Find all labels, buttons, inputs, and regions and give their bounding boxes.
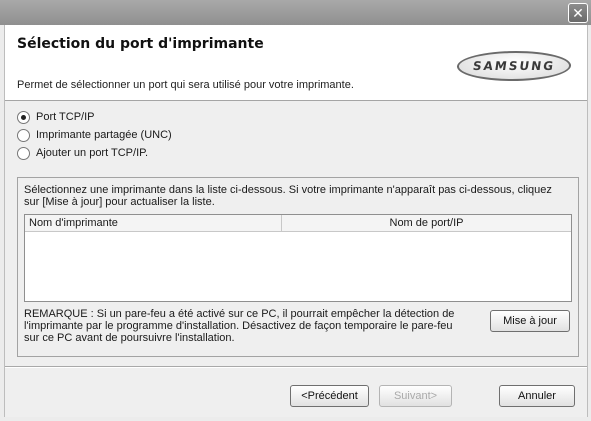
page-title: Sélection du port d'imprimante [17,36,264,52]
cancel-button[interactable]: Annuler [499,385,575,407]
list-header: Nom d'imprimante Nom de port/IP [25,215,571,232]
option-label: Ajouter un port TCP/IP. [36,147,149,159]
title-bar: ✕ [0,0,591,25]
radio-tcp-ip-port[interactable] [17,110,30,124]
printer-list[interactable]: Nom d'imprimante Nom de port/IP [24,214,572,302]
firewall-remark: REMARQUE : Si un pare-feu a été activé s… [24,308,455,344]
radio-shared-printer[interactable] [17,128,30,142]
installer-dialog: Sélection du port d'imprimante Permet de… [4,25,588,417]
radio-add-tcp-ip-port[interactable] [17,146,30,160]
option-shared-printer[interactable]: Imprimante partagée (UNC) [17,127,172,143]
back-button[interactable]: <Précédent [290,385,369,407]
option-label: Port TCP/IP [36,111,95,123]
column-header-port-name[interactable]: Nom de port/IP [282,215,571,231]
column-header-printer-name[interactable]: Nom d'imprimante [25,215,282,231]
option-add-tcp-ip-port[interactable]: Ajouter un port TCP/IP. [17,145,148,161]
samsung-logo: SAMSUNG [454,51,574,81]
printer-selection-group: Sélectionnez une imprimante dans la list… [17,177,579,357]
update-button[interactable]: Mise à jour [490,310,570,332]
instructions-text: Sélectionnez une imprimante dans la list… [24,184,552,208]
close-button[interactable]: ✕ [568,3,588,23]
option-tcp-ip-port[interactable]: Port TCP/IP [17,109,94,125]
page-subtitle: Permet de sélectionner un port qui sera … [17,79,354,91]
header-panel: Sélection du port d'imprimante Permet de… [5,25,587,101]
option-label: Imprimante partagée (UNC) [36,129,172,141]
footer-separator [5,366,587,368]
close-icon: ✕ [572,5,584,21]
next-button[interactable]: Suivant> [379,385,452,407]
